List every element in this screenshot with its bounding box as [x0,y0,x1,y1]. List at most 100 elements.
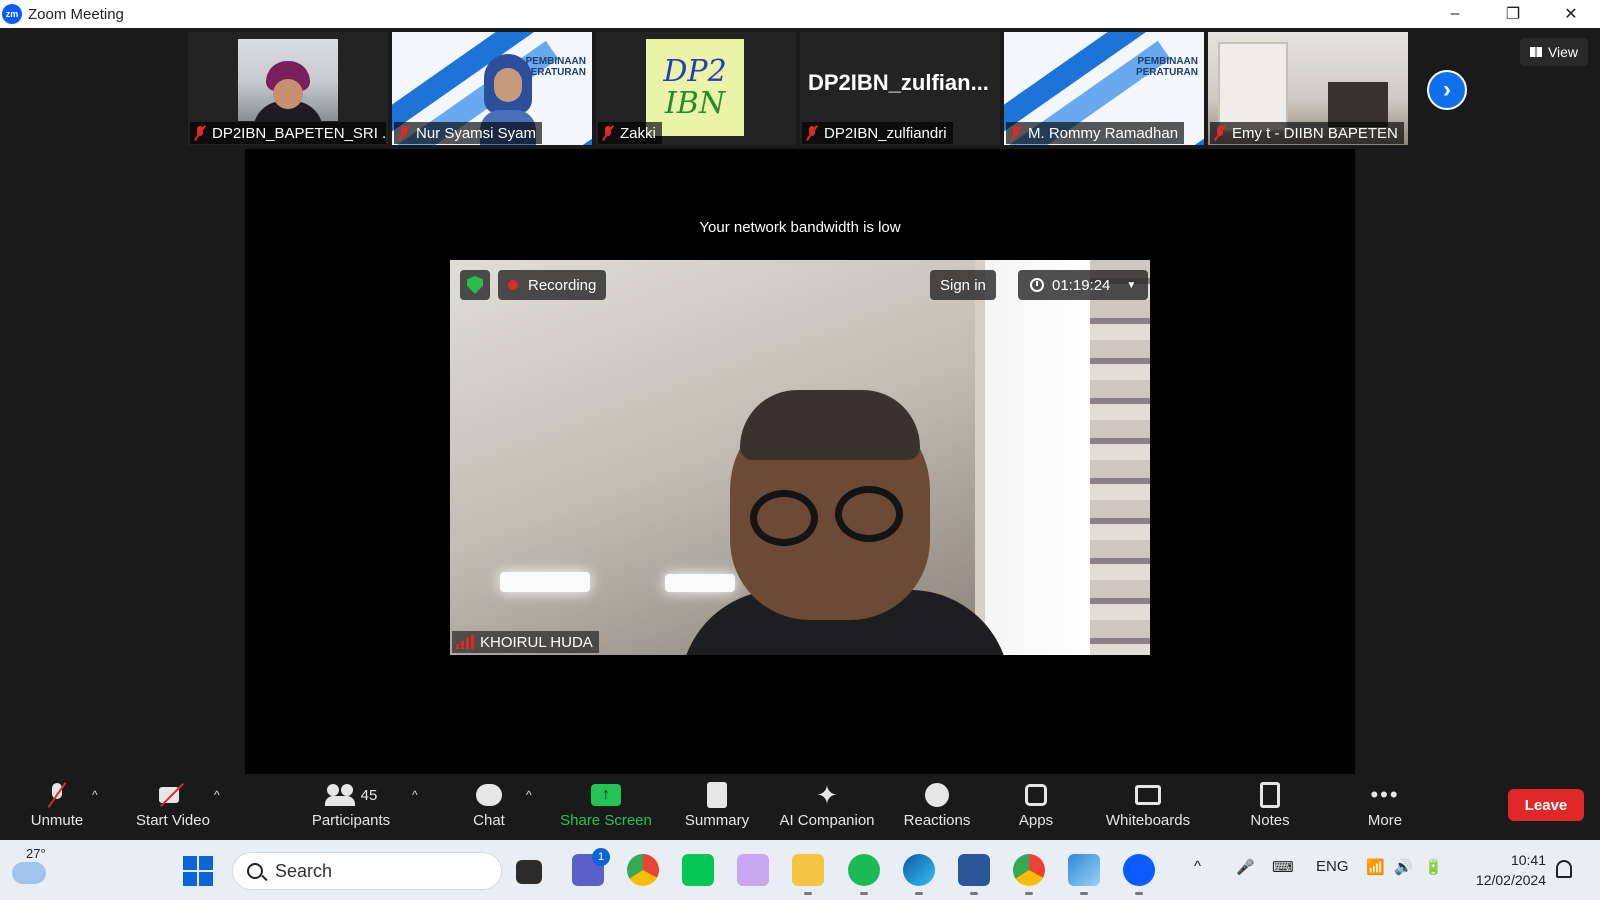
notes-label: Notes [1250,812,1290,829]
window-title: Zoom Meeting [28,5,124,23]
search-placeholder: Search [275,860,333,881]
participants-button[interactable]: 45 Participants [296,778,406,836]
ai-companion-label: AI Companion [779,812,875,829]
speaker-name: KHOIRUL HUDA [480,633,593,651]
share-screen-label: Share Screen [560,812,652,829]
participant-name: Emy t - DIIBN BAPETEN [1232,124,1398,142]
wifi-icon[interactable]: 📶 [1366,858,1385,876]
recording-label: Recording [528,276,597,294]
photos-icon[interactable] [1068,854,1100,895]
camera-off-icon [159,785,187,805]
whiteboards-button[interactable]: Whiteboards [1092,778,1204,836]
summary-doc-icon [707,782,727,808]
banner-text: PEMBINAAN PERATURAN [1135,56,1198,78]
audio-options-chevron-icon[interactable]: ^ [92,788,98,802]
video-options-chevron-icon[interactable]: ^ [214,788,220,802]
zoom-app-icon: zm [2,4,22,24]
teams-icon[interactable]: 1 [572,848,610,886]
sign-in-button[interactable]: Sign in [930,270,996,300]
participant-tile-rommy[interactable]: PEMBINAAN PERATURAN M. Rommy Ramadhan [1004,32,1204,145]
chat-button[interactable]: Chat [434,778,544,836]
start-video-label: Start Video [136,812,210,829]
participant-tile-zakki[interactable]: DP2 IBN Zakki [596,32,796,145]
mic-muted-icon [602,125,614,141]
ai-companion-button[interactable]: ✦ AI Companion [771,778,883,836]
zoom-taskbar-icon[interactable] [1123,854,1155,895]
recording-indicator[interactable]: Recording [498,270,607,300]
participant-tile-zulfiandri[interactable]: DP2IBN_zulfian... DP2IBN_zulfiandri [800,32,1000,145]
clock-icon [1030,278,1044,292]
chrome-profile-icon[interactable] [1013,854,1045,895]
notification-bell-icon[interactable] [1556,860,1572,878]
taskbar-clock[interactable]: 10:41 12/02/2024 [1466,850,1546,890]
participant-name: M. Rommy Ramadhan [1028,124,1179,142]
edge-icon[interactable] [903,854,935,895]
share-screen-button[interactable]: ↑ Share Screen [551,778,661,836]
windows-start-icon[interactable] [183,856,213,886]
apps-button[interactable]: Apps [981,778,1091,836]
participant-name-label: Emy t - DIIBN BAPETEN [1210,122,1404,144]
minimize-button[interactable]: – [1426,0,1484,28]
participant-video [238,39,338,131]
apps-label: Apps [1018,812,1054,829]
volume-icon[interactable]: 🔊 [1394,858,1413,876]
participant-name: Zakki [620,124,656,142]
caret-down-icon: ▼ [1126,279,1137,291]
participant-tile-nur[interactable]: PEMBINAAN PERATURAN Nur Syamsi Syam [392,32,592,145]
meeting-area: DP2IBN_BAPETEN_SRI ... PEMBINAAN PERATURA… [0,28,1600,774]
participant-tile-sri[interactable]: DP2IBN_BAPETEN_SRI ... [188,32,388,145]
participants-options-chevron-icon[interactable]: ^ [412,788,418,802]
instagram-icon[interactable] [737,854,769,886]
participant-name: DP2IBN_BAPETEN_SRI ... [212,124,386,142]
leave-button[interactable]: Leave [1508,789,1584,821]
mic-muted-icon [1010,125,1022,141]
show-hidden-icons-chevron-icon[interactable]: ^ [1194,858,1201,875]
spotify-icon[interactable] [848,854,880,895]
next-page-button[interactable]: › [1427,70,1467,110]
file-explorer-icon[interactable] [792,854,824,895]
reactions-button[interactable]: Reactions [882,778,992,836]
weather-widget[interactable]: 27° [10,846,50,892]
taskbar-search[interactable]: Search [232,852,502,890]
ai-sparkle-icon: ✦ [816,780,838,810]
meeting-timer[interactable]: 01:19:24 ▼ [1018,270,1149,300]
restore-button[interactable]: ❐ [1484,0,1542,28]
language-indicator[interactable]: ENG [1316,858,1349,875]
active-speaker-video[interactable]: Recording Sign in 01:19:24 ▼ KHOIRUL HUD… [450,260,1150,655]
signal-strength-icon [456,635,474,649]
whiteboards-label: Whiteboards [1105,812,1191,829]
view-button[interactable]: View [1520,38,1588,66]
summary-button[interactable]: Summary [662,778,772,836]
notes-button[interactable]: Notes [1215,778,1325,836]
chrome-icon[interactable] [627,854,659,886]
participant-name-tile: DP2IBN_zulfian... [808,70,989,95]
close-button[interactable]: ✕ [1542,0,1600,28]
start-video-button[interactable]: Start Video [118,778,228,836]
participant-name-label: DP2IBN_BAPETEN_SRI ... [190,122,386,144]
microphone-tray-icon[interactable]: 🎤 [1236,858,1255,876]
unmute-button[interactable]: Unmute [2,778,112,836]
participant-tile-emy[interactable]: Emy t - DIIBN BAPETEN [1208,32,1408,145]
more-button[interactable]: ••• More [1330,778,1440,836]
shield-check-icon [467,276,483,294]
title-bar: zm Zoom Meeting – ❐ ✕ [0,0,1600,28]
line-icon[interactable] [682,854,714,886]
chat-options-chevron-icon[interactable]: ^ [526,788,532,802]
participant-name-label: M. Rommy Ramadhan [1006,122,1185,144]
apps-icon [1025,784,1047,806]
window-controls: – ❐ ✕ [1426,0,1600,28]
word-icon[interactable] [958,854,990,895]
meeting-toolbar: Unmute ^ Start Video ^ 45 Participants ^… [0,774,1600,840]
participant-name-label: Zakki [598,122,662,144]
teams-notification-badge: 1 [592,848,610,866]
participant-thumbnail-strip: DP2IBN_BAPETEN_SRI ... PEMBINAAN PERATURA… [188,32,1408,146]
battery-icon[interactable]: 🔋 [1424,858,1443,876]
participants-count: 45 [360,786,378,804]
speaker-name-label: KHOIRUL HUDA [452,631,599,653]
task-view-icon[interactable] [516,860,542,884]
encryption-shield-button[interactable] [460,270,490,300]
clock-date: 12/02/2024 [1475,872,1546,888]
keyboard-tray-icon[interactable]: ⌨ [1272,858,1294,876]
mic-muted-icon [194,125,206,141]
temperature: 27° [26,846,46,861]
